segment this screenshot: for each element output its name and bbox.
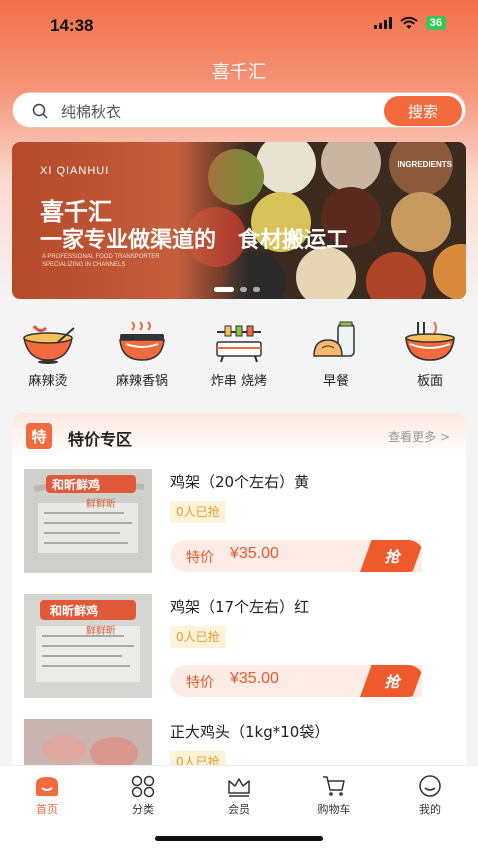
tab-member[interactable]: 会员	[199, 774, 279, 817]
tab-home[interactable]: 首页	[7, 774, 87, 817]
category-label: 早餐	[322, 374, 349, 389]
package-sub-text: 鲜鲜昕	[86, 499, 116, 510]
category-spicy-pot[interactable]: 麻辣香锅	[97, 320, 187, 389]
profile-icon	[419, 775, 441, 797]
home-icon	[36, 777, 58, 796]
category-icon	[131, 775, 155, 798]
tab-profile[interactable]: 我的	[390, 774, 470, 817]
malatang-bowl-icon	[23, 325, 75, 364]
search-button[interactable]: 搜索	[384, 96, 462, 126]
section-title: 特价专区	[68, 430, 133, 449]
price-bar: 特价 ¥35.00 抢	[170, 540, 424, 572]
tab-label: 首页	[36, 803, 58, 816]
promo-banner[interactable]: XI QIANHUI 喜千汇 一家专业做渠道的 食材搬运工 A PROFESSI…	[12, 142, 466, 299]
category-label: 炸串 烧烤	[210, 374, 268, 389]
package-sub-text: 鲜鲜昕	[86, 626, 116, 637]
product-name: 正大鸡头（1kg*10袋）	[170, 723, 330, 741]
tab-label: 我的	[419, 803, 441, 816]
carousel-dots[interactable]	[214, 287, 260, 292]
banner-tag: INGREDIENTS	[397, 160, 452, 169]
package-brand-text: 和昕鲜鸡	[50, 604, 99, 618]
grab-button[interactable]: 抢	[360, 540, 424, 572]
package-brand-text: 和昕鲜鸡	[52, 478, 101, 492]
status-bar: 14:38 36	[0, 0, 478, 50]
cart-icon	[323, 776, 345, 796]
tab-cart[interactable]: 购物车	[294, 774, 374, 817]
special-header: 特 特价专区 查看更多 >	[12, 413, 466, 457]
product-image[interactable]: 和昕鲜鸡 鲜鲜昕	[24, 594, 152, 698]
product-name: 鸡架（17个左右）红	[170, 598, 310, 616]
tab-label: 会员	[228, 803, 250, 816]
tab-label: 购物车	[317, 803, 351, 816]
category-label: 板面	[416, 374, 443, 389]
view-more-link[interactable]: 查看更多 >	[388, 428, 450, 445]
price-bar: 特价 ¥35.00 抢	[170, 665, 424, 697]
home-indicator[interactable]	[155, 836, 323, 841]
status-time: 14:38	[50, 16, 94, 35]
category-malatang[interactable]: 麻辣烫	[3, 320, 93, 389]
product-card[interactable]: 和昕鲜鸡 鲜鲜昕 鸡架（17个左右）红 0人已抢 特价 ¥35.00 抢	[12, 594, 466, 706]
crown-icon	[228, 778, 250, 797]
category-label: 麻辣香锅	[115, 374, 168, 389]
breakfast-icon	[313, 321, 355, 357]
app-title: 喜千汇	[212, 62, 266, 83]
price-label: 特价	[186, 550, 214, 566]
banner-english-line: A PROFESSIONAL FOOD TRANSPORTER SPECIALI…	[42, 254, 160, 268]
special-offers-section: 特 特价专区 查看更多 > 和昕鲜鸡 鲜鲜昕 鸡架（20个左右）黄 0人已抢 特…	[12, 413, 466, 773]
price-label: 特价	[186, 675, 214, 691]
search-input[interactable]: 纯棉秋衣	[61, 101, 121, 122]
product-image[interactable]: 和昕鲜鸡 鲜鲜昕	[24, 469, 152, 573]
spicy-pot-icon	[119, 321, 165, 361]
search-icon	[32, 103, 48, 119]
category-breakfast[interactable]: 早餐	[291, 320, 381, 389]
noodle-bowl-icon	[405, 321, 455, 361]
bbq-skewer-icon	[216, 325, 262, 363]
grab-button[interactable]: 抢	[360, 665, 424, 697]
product-card[interactable]: 和昕鲜鸡 鲜鲜昕 鸡架（20个左右）黄 0人已抢 特价 ¥35.00 抢	[12, 469, 466, 581]
special-badge-icon: 特	[26, 423, 52, 449]
banner-subbrand: XI QIANHUI	[40, 165, 110, 177]
carousel-dot[interactable]	[214, 287, 234, 292]
carousel-dot[interactable]	[253, 287, 260, 292]
category-bbq[interactable]: 炸串 烧烤	[194, 320, 284, 389]
carousel-dot[interactable]	[240, 287, 247, 292]
category-noodles[interactable]: 板面	[385, 320, 475, 389]
status-indicators: 36	[373, 16, 446, 30]
battery-icon: 36	[425, 16, 446, 30]
price-value: ¥35.00	[230, 545, 279, 562]
category-label: 麻辣烫	[28, 374, 68, 389]
grab-count-badge: 0人已抢	[170, 626, 226, 648]
cellular-signal-icon	[373, 17, 392, 29]
product-name: 鸡架（20个左右）黄	[170, 473, 310, 491]
banner-slogan: 一家专业做渠道的 食材搬运工	[40, 228, 349, 253]
wifi-icon	[400, 16, 418, 29]
price-value: ¥35.00	[230, 670, 279, 687]
tab-label: 分类	[132, 803, 154, 816]
tab-category[interactable]: 分类	[103, 774, 183, 817]
category-row: 麻辣烫 麻辣香锅 炸串 烧烤 早餐 板面	[0, 320, 478, 395]
search-bar[interactable]: 纯棉秋衣 搜索	[12, 92, 466, 128]
grab-count-badge: 0人已抢	[170, 501, 226, 523]
